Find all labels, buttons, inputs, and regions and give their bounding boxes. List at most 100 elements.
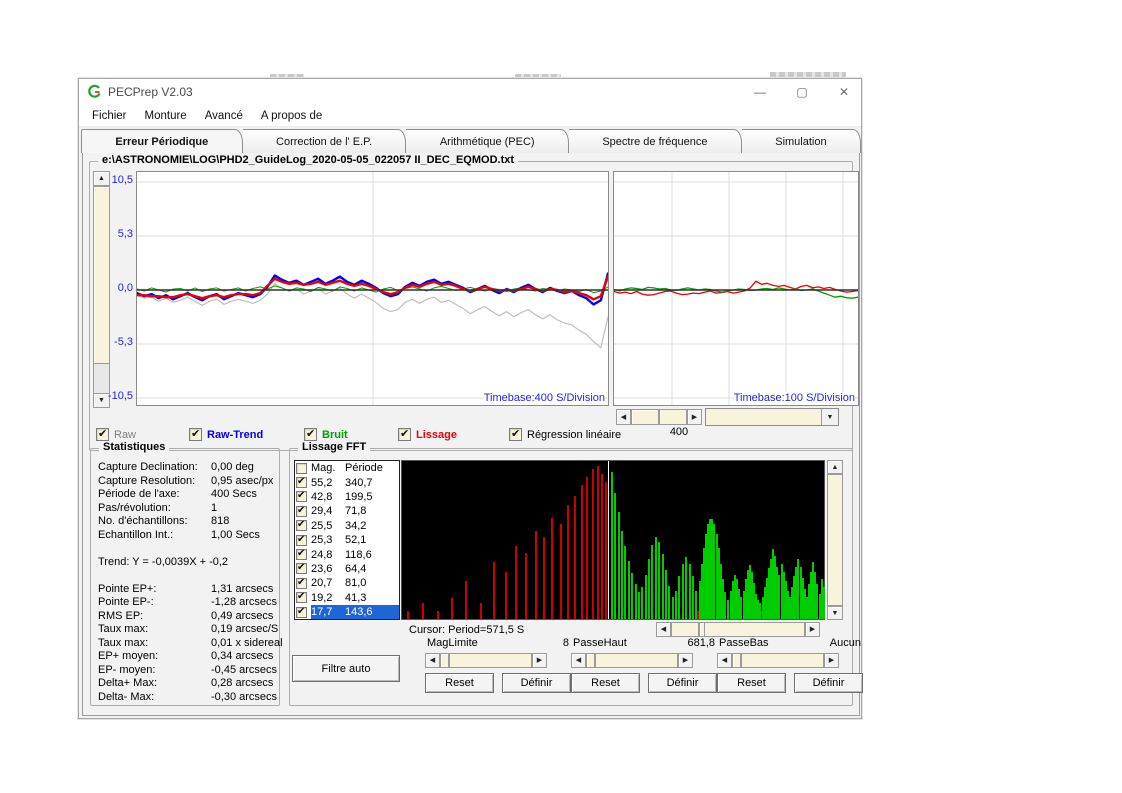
define-button[interactable]: Définir xyxy=(794,673,863,693)
fft-list-row[interactable]: 23,6 64,4 xyxy=(295,562,399,576)
scroll-left-button[interactable]: ◀ xyxy=(616,409,631,425)
y-tick-label: 0,0 xyxy=(117,282,133,294)
slider-left-button[interactable]: ◀ xyxy=(717,653,732,668)
frequency-checkbox[interactable] xyxy=(296,476,307,489)
toggle-label: Bruit xyxy=(322,428,348,441)
toggle-lissage[interactable]: Lissage xyxy=(398,427,457,441)
scroll-left-button[interactable]: ◀ xyxy=(656,622,671,637)
scroll-up-icon: ▲ xyxy=(98,175,105,182)
slider-thumb[interactable] xyxy=(586,653,595,668)
frequency-checkbox[interactable] xyxy=(296,490,307,503)
scroll-right-button[interactable]: ▶ xyxy=(805,622,820,637)
scroll-thumb[interactable] xyxy=(93,186,110,364)
fft-list-row[interactable]: 19,2 41,3 xyxy=(295,591,399,605)
slider-track[interactable] xyxy=(449,653,532,668)
scroll-track[interactable] xyxy=(93,364,110,393)
fft-bar xyxy=(437,611,439,619)
slider-left-button[interactable]: ◀ xyxy=(425,653,440,668)
frequency-checkbox[interactable] xyxy=(296,562,307,575)
slider-track[interactable] xyxy=(595,653,678,668)
frequency-checkbox[interactable] xyxy=(296,548,307,561)
scroll-right-button[interactable]: ▶ xyxy=(687,409,702,425)
scroll-track[interactable] xyxy=(827,474,843,606)
toggle-r-gression-lin-aire[interactable]: Régression linéaire xyxy=(509,427,621,441)
fft-list-row[interactable]: 20,7 81,0 xyxy=(295,576,399,590)
fft-bar xyxy=(451,598,453,619)
stat-value: 0,01 x sidereal xyxy=(211,636,283,649)
fft-list-row[interactable]: 24,8 118,6 xyxy=(295,547,399,561)
periode-value: 340,7 xyxy=(345,476,373,489)
tab-correction-de-l-e-p-[interactable]: Correction de l' E.P. xyxy=(242,129,407,153)
timebase-combobox[interactable]: ▼ xyxy=(705,408,839,426)
menu-item-a-propos-de[interactable]: A propos de xyxy=(252,107,331,125)
slider-left-button[interactable]: ◀ xyxy=(571,653,586,668)
slider-thumb[interactable] xyxy=(440,653,449,668)
fft-bar xyxy=(727,600,729,619)
stat-row: EP- moyen: -0,45 arcsecs xyxy=(98,664,277,678)
scroll-up-button[interactable]: ▲ xyxy=(93,171,110,186)
scroll-thumb[interactable] xyxy=(631,409,659,425)
menu-item-avancé[interactable]: Avancé xyxy=(196,107,252,125)
tab-simulation[interactable]: Simulation xyxy=(741,129,861,153)
checkbox[interactable] xyxy=(96,427,109,441)
slider-thumb[interactable] xyxy=(732,653,741,668)
checkbox[interactable] xyxy=(189,427,202,441)
fft-list-row[interactable]: 25,5 34,2 xyxy=(295,519,399,533)
menu-item-fichier[interactable]: Fichier xyxy=(83,107,136,125)
checkbox[interactable] xyxy=(398,427,411,441)
fft-list-row[interactable]: 42,8 199,5 xyxy=(295,490,399,504)
define-button[interactable]: Définir xyxy=(502,673,571,693)
checkbox[interactable] xyxy=(304,427,317,441)
stat-label: Taux max: xyxy=(98,623,149,635)
frequency-checkbox[interactable] xyxy=(296,505,307,517)
frequency-checkbox[interactable] xyxy=(296,519,307,532)
select-all-checkbox[interactable] xyxy=(296,462,307,474)
fft-spectrum-chart[interactable] xyxy=(401,460,825,620)
menu-item-monture[interactable]: Monture xyxy=(136,107,196,125)
filter-value: 8 xyxy=(562,637,569,649)
fft-list-row[interactable]: 55,2 340,7 xyxy=(295,475,399,489)
window-title: PECPrep V2.03 xyxy=(108,85,193,99)
stat-label: Echantillon Int.: xyxy=(98,528,174,541)
reset-button[interactable]: Reset xyxy=(425,673,494,693)
toggle-raw[interactable]: Raw xyxy=(96,427,136,441)
stat-label: Delta+ Max: xyxy=(98,677,157,689)
stat-label: Capture Declination: xyxy=(98,461,198,473)
close-button[interactable]: ✕ xyxy=(835,85,853,99)
scroll-down-button[interactable]: ▼ xyxy=(827,606,843,620)
stat-row: Echantillon Int.: 1,00 Secs xyxy=(98,529,276,543)
fft-bar xyxy=(678,576,680,619)
toggle-bruit[interactable]: Bruit xyxy=(304,427,348,441)
minimize-button[interactable]: — xyxy=(751,85,769,99)
toggle-raw-trend[interactable]: Raw-Trend xyxy=(189,427,264,441)
checkbox[interactable] xyxy=(509,427,522,441)
scroll-track[interactable] xyxy=(705,622,805,637)
fft-list-row[interactable]: 17,7 143,6 xyxy=(295,604,399,619)
tab-erreur-p-riodique[interactable]: Erreur Périodique xyxy=(81,129,243,153)
maximize-button[interactable]: ▢ xyxy=(793,85,811,99)
fft-list-row[interactable]: 29,4 71,8 xyxy=(295,504,399,518)
toggle-label: Raw-Trend xyxy=(207,428,264,441)
fft-list-row[interactable]: 25,3 52,1 xyxy=(295,533,399,547)
reset-button[interactable]: Reset xyxy=(717,673,786,693)
define-button[interactable]: Définir xyxy=(648,673,717,693)
slider-right-button[interactable]: ▶ xyxy=(678,653,693,668)
tab-spectre-de-fr-quence[interactable]: Spectre de fréquence xyxy=(568,129,742,153)
slider-track[interactable] xyxy=(741,653,824,668)
tab-arithm-tique-pec-[interactable]: Arithmétique (PEC) xyxy=(406,129,569,153)
frequency-checkbox[interactable] xyxy=(296,591,307,604)
slider-right-button[interactable]: ▶ xyxy=(824,653,839,668)
fft-bar xyxy=(525,553,527,619)
slider-right-button[interactable]: ▶ xyxy=(532,653,547,668)
reset-button[interactable]: Reset xyxy=(571,673,640,693)
stat-label: Taux max: xyxy=(98,636,149,649)
scroll-up-button[interactable]: ▲ xyxy=(827,460,843,474)
frequency-checkbox[interactable] xyxy=(296,606,307,618)
fft-bar xyxy=(689,564,691,619)
auto-filter-button[interactable]: Filtre auto xyxy=(292,655,400,682)
stat-row: Taux max: 0,01 x sidereal xyxy=(98,636,283,651)
frequency-checkbox[interactable] xyxy=(296,534,307,546)
frequency-checkbox[interactable] xyxy=(296,577,307,589)
scroll-track[interactable] xyxy=(671,622,699,637)
scroll-track[interactable] xyxy=(659,409,687,425)
